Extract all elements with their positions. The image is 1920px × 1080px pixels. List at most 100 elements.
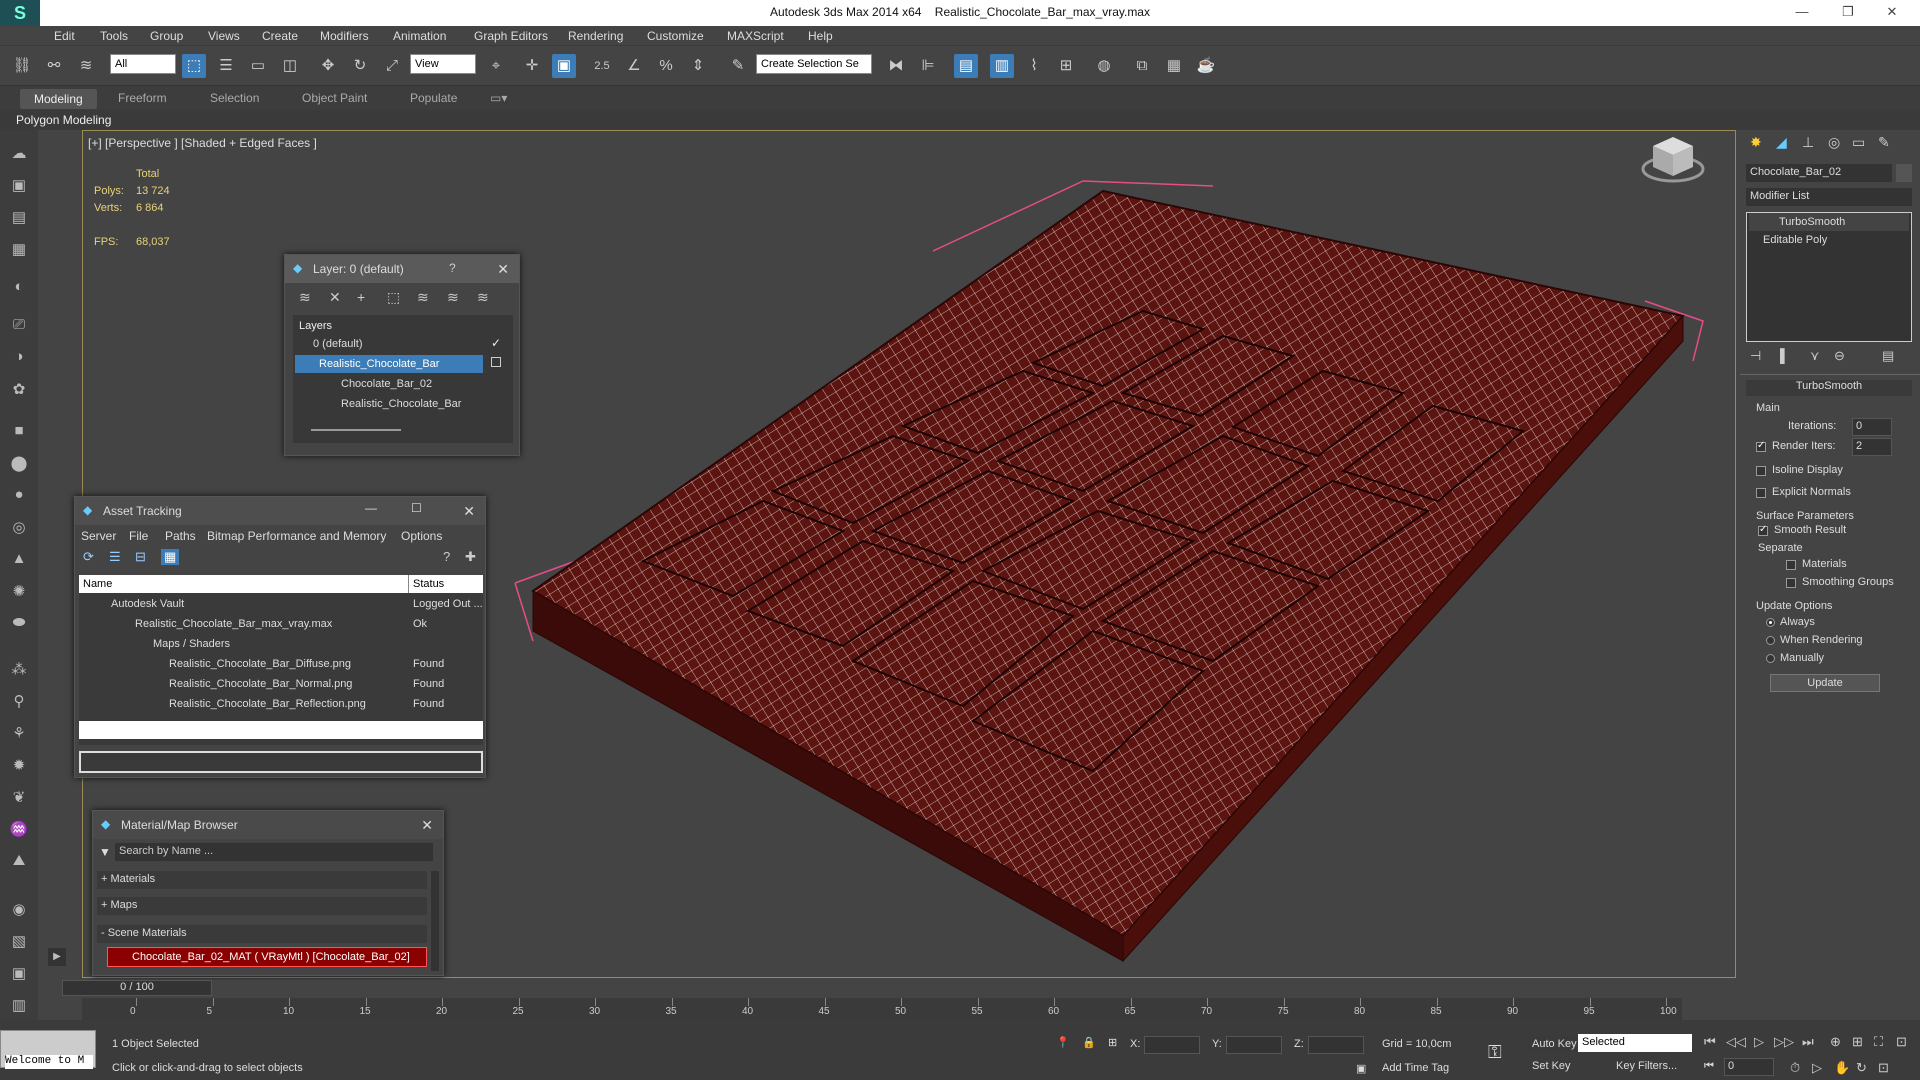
maxscript-listener[interactable]: Welcome to M xyxy=(0,1030,96,1069)
scrollbar[interactable] xyxy=(311,429,401,431)
maximize-icon[interactable]: ❐ xyxy=(1836,4,1860,20)
edit-named-selection-icon[interactable]: ✎ xyxy=(726,54,750,78)
table-row[interactable]: Maps / Shaders xyxy=(153,635,230,653)
render-production-icon[interactable]: ☕ xyxy=(1194,54,1218,78)
sun-icon[interactable]: ✺ xyxy=(7,582,31,604)
time-config-icon[interactable]: ⏱ xyxy=(1790,1060,1800,1076)
add-time-tag[interactable]: Add Time Tag xyxy=(1382,1062,1449,1074)
key-mode-icon[interactable]: ⏮ xyxy=(1704,1060,1714,1073)
previous-frame-icon[interactable]: ◁◁ xyxy=(1726,1034,1746,1050)
help-icon[interactable]: ? xyxy=(449,261,456,275)
close-icon[interactable]: ✕ xyxy=(497,261,509,278)
key-selection-dropdown[interactable]: Selected xyxy=(1578,1034,1692,1052)
help-icon[interactable]: ? xyxy=(443,549,450,564)
add-selection-icon[interactable]: + xyxy=(357,289,365,305)
particles-icon[interactable]: ⁂ xyxy=(7,660,31,682)
scrollbar[interactable] xyxy=(431,871,439,971)
sphere-icon[interactable]: ● xyxy=(7,486,31,508)
bones-icon[interactable]: ⚲ xyxy=(7,692,31,714)
show-end-result-icon[interactable]: ▌ xyxy=(1780,348,1789,363)
spacewarps-icon[interactable]: ✿ xyxy=(7,380,31,402)
rect-selection-icon[interactable]: ▭ xyxy=(246,54,270,78)
modify-tab-icon[interactable]: ◢ xyxy=(1776,134,1787,151)
select-object-icon[interactable]: ⬚ xyxy=(182,54,206,78)
update-button[interactable]: Update xyxy=(1770,674,1880,692)
asset-path-field[interactable] xyxy=(79,751,483,773)
make-unique-icon[interactable]: ⋎ xyxy=(1810,348,1820,364)
angle-snap-icon[interactable]: ∠ xyxy=(622,54,646,78)
menu-views[interactable]: Views xyxy=(208,29,240,43)
pivot-icon[interactable]: ⌖ xyxy=(484,54,508,78)
table-row[interactable]: Realistic_Chocolate_Bar_max_vray.max xyxy=(135,615,332,633)
time-tag-icon[interactable]: ▣ xyxy=(1356,1062,1366,1075)
motion-tab-icon[interactable]: ◎ xyxy=(1828,134,1840,151)
hierarchy-tab-icon[interactable]: ⊥ xyxy=(1802,134,1814,151)
freeze-all-icon[interactable]: ≋ xyxy=(477,289,489,306)
polygon-modeling-label[interactable]: Polygon Modeling xyxy=(16,113,111,127)
absolute-mode-icon[interactable]: ⊞ xyxy=(1108,1036,1117,1049)
reference-coordinate-dropdown[interactable]: View xyxy=(410,54,476,74)
scene-material-item[interactable]: Chocolate_Bar_02_MAT ( VRayMtl ) [Chocol… xyxy=(107,947,427,967)
spinner-snap-icon[interactable]: ⇕ xyxy=(686,54,710,78)
terrain-icon[interactable]: ⛰ xyxy=(7,852,31,874)
select-layer-icon[interactable]: ⬚ xyxy=(387,289,400,306)
curve-editor-icon[interactable]: ⌇ xyxy=(1022,54,1046,78)
viewport-label[interactable]: [+] [Perspective ] [Shaded + Edged Faces… xyxy=(88,136,317,150)
box-icon[interactable]: ■ xyxy=(7,422,31,444)
go-to-start-icon[interactable]: ⏮ xyxy=(1704,1034,1716,1050)
table-row[interactable]: Realistic_Chocolate_Bar_Diffuse.png xyxy=(169,655,351,673)
modifier-turbosmooth[interactable]: TurboSmooth xyxy=(1749,213,1909,231)
column-status-header[interactable]: Status xyxy=(409,575,483,593)
menu-server[interactable]: Server xyxy=(81,529,116,543)
render-icon[interactable]: ▣ xyxy=(7,176,31,198)
object-name-field[interactable]: Chocolate_Bar_02 xyxy=(1746,164,1892,182)
maps-group[interactable]: + Maps xyxy=(97,897,427,915)
move-icon[interactable]: ✥ xyxy=(316,54,340,78)
y-coordinate-field[interactable] xyxy=(1226,1036,1282,1054)
layers-icon[interactable]: ▦ xyxy=(7,240,31,262)
rendered-frame-icon[interactable]: ▦ xyxy=(1162,54,1186,78)
tab-object-paint[interactable]: Object Paint xyxy=(302,91,367,105)
mirror-icon[interactable]: ⧓ xyxy=(884,54,908,78)
vault-icon[interactable]: ✚ xyxy=(465,549,476,565)
orbit-icon[interactable]: ↻ xyxy=(1856,1060,1867,1076)
tab-freeform[interactable]: Freeform xyxy=(118,91,167,105)
materials-checkbox[interactable] xyxy=(1786,560,1796,570)
materials-group[interactable]: + Materials xyxy=(97,871,427,889)
tab-populate[interactable]: Populate xyxy=(410,91,457,105)
selection-filter-dropdown[interactable]: All xyxy=(110,54,176,74)
auto-key-button[interactable]: Auto Key xyxy=(1528,1036,1581,1052)
options-arrow-icon[interactable]: ▼ xyxy=(99,845,111,859)
close-icon[interactable]: ✕ xyxy=(1880,4,1904,20)
table-row[interactable]: Realistic_Chocolate_Bar_Reflection.png xyxy=(169,695,366,713)
menu-graph-editors[interactable]: Graph Editors xyxy=(474,29,548,43)
iterations-spinner[interactable]: 0 xyxy=(1852,418,1892,436)
refresh-icon[interactable]: ⟳ xyxy=(83,549,94,565)
menu-paths[interactable]: Paths xyxy=(165,529,196,543)
configure-sets-icon[interactable]: ▤ xyxy=(1882,348,1894,364)
set-key-button[interactable]: Set Key xyxy=(1532,1060,1571,1072)
menu-maxscript[interactable]: MAXScript xyxy=(727,29,784,43)
tab-selection[interactable]: Selection xyxy=(210,91,259,105)
scale-icon[interactable]: ⤢ xyxy=(380,54,404,78)
hide-all-icon[interactable]: ≋ xyxy=(447,289,459,306)
menu-tools[interactable]: Tools xyxy=(100,29,128,43)
material-editor-icon[interactable]: ◍ xyxy=(1092,54,1116,78)
layer-checkbox[interactable] xyxy=(491,357,501,367)
column-name-header[interactable]: Name xyxy=(79,575,409,593)
key-filters-button[interactable]: Key Filters... xyxy=(1616,1060,1677,1072)
table-view-icon[interactable]: ▦ xyxy=(161,549,180,565)
menu-edit[interactable]: Edit xyxy=(54,29,75,43)
menu-customize[interactable]: Customize xyxy=(647,29,704,43)
unlink-icon[interactable]: ⚯ xyxy=(42,54,66,78)
bind-spacewarp-icon[interactable]: ≋ xyxy=(74,54,98,78)
pin-stack-icon[interactable]: ⊣ xyxy=(1750,348,1761,364)
cylinder-icon[interactable]: ⬬ xyxy=(7,614,31,636)
modifier-list-dropdown[interactable]: Modifier List xyxy=(1746,188,1912,206)
named-selection-dropdown[interactable]: Create Selection Se xyxy=(756,54,872,74)
display-tab-icon[interactable]: ▭ xyxy=(1852,134,1865,151)
time-slider[interactable]: 0 / 100 xyxy=(62,980,212,996)
render-setup-icon[interactable]: ⧉ xyxy=(1130,54,1154,78)
vray-icon[interactable]: ▣ xyxy=(7,964,31,986)
select-by-name-icon[interactable]: ☰ xyxy=(214,54,238,78)
